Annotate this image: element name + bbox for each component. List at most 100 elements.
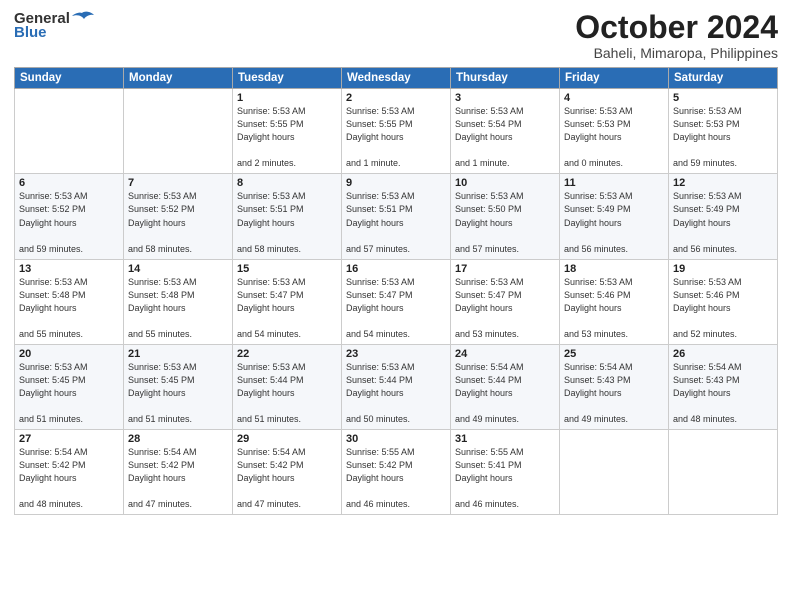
table-row: 9Sunrise: 5:53 AMSunset: 5:51 PMDaylight…: [342, 174, 451, 259]
day-number: 26: [673, 348, 773, 360]
day-content: Sunrise: 5:53 AMSunset: 5:51 PMDaylight …: [346, 190, 446, 255]
table-row: 26Sunrise: 5:54 AMSunset: 5:43 PMDayligh…: [669, 344, 778, 429]
table-row: 14Sunrise: 5:53 AMSunset: 5:48 PMDayligh…: [124, 259, 233, 344]
location-title: Baheli, Mimaropa, Philippines: [575, 45, 778, 61]
table-row: 20Sunrise: 5:53 AMSunset: 5:45 PMDayligh…: [15, 344, 124, 429]
header-friday: Friday: [560, 68, 669, 89]
table-row: 11Sunrise: 5:53 AMSunset: 5:49 PMDayligh…: [560, 174, 669, 259]
day-number: 14: [128, 263, 228, 275]
day-number: 9: [346, 177, 446, 189]
table-row: 6Sunrise: 5:53 AMSunset: 5:52 PMDaylight…: [15, 174, 124, 259]
day-number: 10: [455, 177, 555, 189]
day-content: Sunrise: 5:53 AMSunset: 5:49 PMDaylight …: [673, 190, 773, 255]
table-row: 23Sunrise: 5:53 AMSunset: 5:44 PMDayligh…: [342, 344, 451, 429]
table-row: 18Sunrise: 5:53 AMSunset: 5:46 PMDayligh…: [560, 259, 669, 344]
title-area: October 2024 Baheli, Mimaropa, Philippin…: [575, 10, 778, 61]
day-content: Sunrise: 5:53 AMSunset: 5:53 PMDaylight …: [564, 105, 664, 170]
table-row: 1Sunrise: 5:53 AMSunset: 5:55 PMDaylight…: [233, 89, 342, 174]
day-content: Sunrise: 5:53 AMSunset: 5:48 PMDaylight …: [19, 276, 119, 341]
day-content: Sunrise: 5:55 AMSunset: 5:41 PMDaylight …: [455, 446, 555, 511]
table-row: 31Sunrise: 5:55 AMSunset: 5:41 PMDayligh…: [451, 430, 560, 515]
day-number: 23: [346, 348, 446, 360]
day-number: 2: [346, 92, 446, 104]
day-number: 20: [19, 348, 119, 360]
table-row: 13Sunrise: 5:53 AMSunset: 5:48 PMDayligh…: [15, 259, 124, 344]
day-number: 18: [564, 263, 664, 275]
day-content: Sunrise: 5:53 AMSunset: 5:44 PMDaylight …: [346, 361, 446, 426]
day-number: 4: [564, 92, 664, 104]
day-content: Sunrise: 5:53 AMSunset: 5:44 PMDaylight …: [237, 361, 337, 426]
table-row: 12Sunrise: 5:53 AMSunset: 5:49 PMDayligh…: [669, 174, 778, 259]
day-content: Sunrise: 5:53 AMSunset: 5:49 PMDaylight …: [564, 190, 664, 255]
day-content: Sunrise: 5:53 AMSunset: 5:45 PMDaylight …: [128, 361, 228, 426]
day-number: 24: [455, 348, 555, 360]
logo-blue-text: Blue: [14, 24, 47, 41]
day-content: Sunrise: 5:53 AMSunset: 5:52 PMDaylight …: [19, 190, 119, 255]
day-content: Sunrise: 5:53 AMSunset: 5:47 PMDaylight …: [346, 276, 446, 341]
day-content: Sunrise: 5:53 AMSunset: 5:52 PMDaylight …: [128, 190, 228, 255]
day-number: 5: [673, 92, 773, 104]
table-row: 27Sunrise: 5:54 AMSunset: 5:42 PMDayligh…: [15, 430, 124, 515]
table-row: 17Sunrise: 5:53 AMSunset: 5:47 PMDayligh…: [451, 259, 560, 344]
day-number: 22: [237, 348, 337, 360]
table-row: [124, 89, 233, 174]
calendar-week-row: 1Sunrise: 5:53 AMSunset: 5:55 PMDaylight…: [15, 89, 778, 174]
table-row: [15, 89, 124, 174]
day-content: Sunrise: 5:54 AMSunset: 5:43 PMDaylight …: [564, 361, 664, 426]
day-content: Sunrise: 5:54 AMSunset: 5:42 PMDaylight …: [237, 446, 337, 511]
day-number: 6: [19, 177, 119, 189]
day-number: 28: [128, 433, 228, 445]
calendar-week-row: 27 Sunrise: 5:54 AMSunset: 5:42 PMDayligh…: [15, 430, 778, 515]
day-number: 1: [237, 92, 337, 104]
day-content: Sunrise: 5:53 AMSunset: 5:45 PMDaylight …: [19, 361, 119, 426]
day-content: Sunrise: 5:53 AMSunset: 5:51 PMDaylight …: [237, 190, 337, 255]
day-number: 27: [19, 433, 119, 445]
day-content: Sunrise: 5:55 AMSunset: 5:42 PMDaylight …: [346, 446, 446, 511]
table-row: [560, 430, 669, 515]
table-row: 28Sunrise: 5:54 AMSunset: 5:42 PMDayligh…: [124, 430, 233, 515]
table-row: 7Sunrise: 5:53 AMSunset: 5:52 PMDaylight…: [124, 174, 233, 259]
calendar-week-row: 13Sunrise: 5:53 AMSunset: 5:48 PMDayligh…: [15, 259, 778, 344]
day-number: 25: [564, 348, 664, 360]
day-number: 21: [128, 348, 228, 360]
day-number: 3: [455, 92, 555, 104]
logo: General Blue: [14, 10, 94, 41]
day-number: 15: [237, 263, 337, 275]
logo-bird-icon: [72, 11, 94, 27]
table-row: 5Sunrise: 5:53 AMSunset: 5:53 PMDaylight…: [669, 89, 778, 174]
day-content: Sunrise: 5:53 AMSunset: 5:46 PMDaylight …: [673, 276, 773, 341]
day-number: 16: [346, 263, 446, 275]
day-content: Sunrise: 5:53 AMSunset: 5:46 PMDaylight …: [564, 276, 664, 341]
table-row: 30Sunrise: 5:55 AMSunset: 5:42 PMDayligh…: [342, 430, 451, 515]
day-content: Sunrise: 5:53 AMSunset: 5:55 PMDaylight …: [346, 105, 446, 170]
header-tuesday: Tuesday: [233, 68, 342, 89]
table-row: 8Sunrise: 5:53 AMSunset: 5:51 PMDaylight…: [233, 174, 342, 259]
table-row: 4Sunrise: 5:53 AMSunset: 5:53 PMDaylight…: [560, 89, 669, 174]
day-number: 8: [237, 177, 337, 189]
table-row: 16Sunrise: 5:53 AMSunset: 5:47 PMDayligh…: [342, 259, 451, 344]
day-content: Sunrise: 5:53 AMSunset: 5:54 PMDaylight …: [455, 105, 555, 170]
page-container: General Blue October 2024 Baheli, Mimaro…: [0, 0, 792, 612]
calendar-week-row: 6Sunrise: 5:53 AMSunset: 5:52 PMDaylight…: [15, 174, 778, 259]
day-content: Sunrise: 5:53 AMSunset: 5:47 PMDaylight …: [237, 276, 337, 341]
calendar-header-row: Sunday Monday Tuesday Wednesday Thursday…: [15, 68, 778, 89]
day-content: Sunrise: 5:54 AMSunset: 5:44 PMDaylight …: [455, 361, 555, 426]
day-content: Sunrise: 5:54 AMSunset: 5:43 PMDaylight …: [673, 361, 773, 426]
calendar-week-row: 20Sunrise: 5:53 AMSunset: 5:45 PMDayligh…: [15, 344, 778, 429]
header-sunday: Sunday: [15, 68, 124, 89]
table-row: 19Sunrise: 5:53 AMSunset: 5:46 PMDayligh…: [669, 259, 778, 344]
table-row: 2Sunrise: 5:53 AMSunset: 5:55 PMDaylight…: [342, 89, 451, 174]
table-row: 29Sunrise: 5:54 AMSunset: 5:42 PMDayligh…: [233, 430, 342, 515]
day-number: 29: [237, 433, 337, 445]
table-row: [669, 430, 778, 515]
table-row: 24Sunrise: 5:54 AMSunset: 5:44 PMDayligh…: [451, 344, 560, 429]
day-number: 7: [128, 177, 228, 189]
day-number: 19: [673, 263, 773, 275]
table-row: 25Sunrise: 5:54 AMSunset: 5:43 PMDayligh…: [560, 344, 669, 429]
header-wednesday: Wednesday: [342, 68, 451, 89]
table-row: 10Sunrise: 5:53 AMSunset: 5:50 PMDayligh…: [451, 174, 560, 259]
day-number: 11: [564, 177, 664, 189]
header-thursday: Thursday: [451, 68, 560, 89]
day-content: Sunrise: 5:53 AMSunset: 5:55 PMDaylight …: [237, 105, 337, 170]
day-content: Sunrise: 5:53 AMSunset: 5:48 PMDaylight …: [128, 276, 228, 341]
